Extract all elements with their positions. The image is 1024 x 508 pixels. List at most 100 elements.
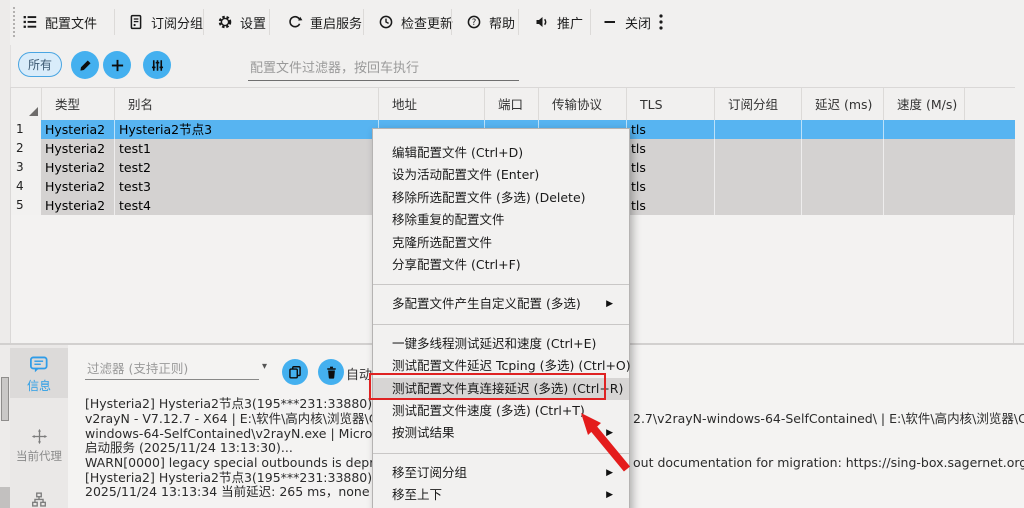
profile-filter-input[interactable] [248,56,519,81]
column-header-type[interactable]: 类型 [41,88,114,121]
minus-icon [602,14,618,30]
restart-icon [287,14,303,30]
cell-type: Hysteria2 [45,141,106,156]
chevron-down-icon[interactable]: ▾ [262,361,267,372]
cell-tls: tls [626,158,714,177]
cell-type: Hysteria2 [45,179,106,194]
sliders-icon [150,58,165,73]
profiles-button[interactable]: 配置文件 [22,8,97,36]
menu-item-move-up-down[interactable]: 移至上下 ▶ [373,484,629,506]
subscription-icon [128,14,144,30]
svg-text:?: ? [472,18,477,28]
menu-separator [373,452,629,454]
settings-button-label: 设置 [240,16,267,32]
clear-log-button[interactable] [318,359,344,385]
speaker-icon [534,14,550,30]
log-line: 启动服务 (2025/11/24 13:13:30)... [85,440,293,456]
promotion-button-label: 推广 [557,16,584,32]
menu-item-clone-selected[interactable]: 克隆所选配置文件 [373,232,629,254]
network-nodes-icon [30,492,48,508]
menu-item-test-real-delay[interactable]: 测试配置文件真连接延迟 (多选) (Ctrl+R) [373,377,629,400]
group-all-button[interactable]: 所有 [18,52,62,77]
cell-delay [801,177,883,196]
log-filter-input[interactable] [85,357,259,380]
toolbar-separator [451,9,452,35]
column-header-blank [964,88,1015,121]
check-update-button-label: 检查更新 [401,16,454,32]
cell-alias: test2 [114,158,378,177]
cell-subscription [714,139,801,158]
cell-subscription [714,177,801,196]
cell-alias: test3 [114,177,378,196]
update-clock-icon [378,14,394,30]
menu-item-move-to-group[interactable]: 移至订阅分组 ▶ [373,462,629,484]
cell-alias: Hysteria2节点3 [114,120,378,139]
column-header-subscription[interactable]: 订阅分组 [714,88,801,121]
restart-service-button[interactable]: 重启服务 [287,8,362,36]
tab-current-proxy[interactable]: 当前代理 [10,428,68,464]
tab-info[interactable]: 信息 [10,348,68,398]
subscriptions-button-label: 订阅分组 [151,16,204,32]
pencil-icon [78,58,93,73]
left-edge-bottom [0,487,10,508]
cell-delay [801,139,883,158]
select-all-corner[interactable] [11,88,41,121]
promotion-button[interactable]: 推广 [534,8,583,36]
cell-subscription [714,120,801,139]
submenu-arrow-icon: ▶ [606,299,613,310]
menu-item-set-active[interactable]: 设为活动配置文件 (Enter) [373,164,629,186]
column-header-alias[interactable]: 别名 [114,88,378,121]
log-line: [Hysteria2] Hysteria2节点3(195***231:33880… [85,396,373,411]
bottom-sidebar: 信息 当前代理 [10,345,68,508]
add-profile-button[interactable] [103,51,131,79]
row-number: 2 [11,139,41,158]
column-header-protocol[interactable]: 传输协议 [538,88,626,121]
cell-type: Hysteria2 [45,160,106,175]
toolbar-grip[interactable] [13,7,15,37]
copy-log-button[interactable] [282,359,308,385]
more-menu-button[interactable] [654,10,668,34]
row-number: 5 [11,196,41,215]
toolbar-separator [269,9,270,35]
v2rayn-window: 配置文件 订阅分组 设置 重启服务 检查更新 ? 帮助 推广 关闭 所有 配置文… [0,0,1024,508]
plus-icon [110,58,125,73]
help-button[interactable]: ? 帮助 [466,8,515,36]
menu-item-test-speed[interactable]: 测试配置文件速度 (多选) (Ctrl+T) [373,400,629,422]
settings-button[interactable]: 设置 [217,8,266,36]
message-bubble-icon [29,355,49,374]
column-header-delay[interactable]: 延迟 (ms) [801,88,883,121]
toolbar-separator [114,9,115,35]
cell-delay [801,158,883,177]
tab-connections[interactable] [10,492,68,508]
left-scrollbar-thumb[interactable] [1,377,9,421]
menu-item-test-tcping[interactable]: 测试配置文件延迟 Tcping (多选) (Ctrl+O) [373,355,631,377]
column-header-tls[interactable]: TLS [626,88,714,121]
kebab-icon [654,12,668,32]
menu-item-sort-by-test-result[interactable]: 按测试结果 ▶ [373,422,629,444]
adjust-columns-button[interactable] [143,51,171,79]
submenu-arrow-icon: ▶ [606,490,613,501]
menu-separator [373,323,629,325]
cell-type: Hysteria2 [45,122,106,137]
edit-profile-button[interactable] [71,51,99,79]
column-header-speed[interactable]: 速度 (M/s) [883,88,964,121]
menu-item-generate-custom-config[interactable]: 多配置文件产生自定义配置 (多选) ▶ [373,293,629,315]
menu-item-share-profile[interactable]: 分享配置文件 (Ctrl+F) [373,254,629,276]
menu-item-edit-profile[interactable]: 编辑配置文件 (Ctrl+D) [373,142,629,164]
menu-item-remove-selected[interactable]: 移除所选配置文件 (多选) (Delete) [373,187,629,209]
column-header-address[interactable]: 地址 [378,88,484,121]
cell-type: Hysteria2 [45,198,106,213]
close-button[interactable]: 关闭 [602,8,651,36]
tab-current-proxy-label: 当前代理 [16,449,62,463]
column-header-port[interactable]: 端口 [484,88,538,121]
help-icon: ? [466,14,482,30]
cell-subscription [714,158,801,177]
row-number: 3 [11,158,41,177]
check-update-button[interactable]: 检查更新 [378,8,453,36]
profiles-button-label: 配置文件 [45,16,98,32]
submenu-arrow-icon: ▶ [606,428,613,439]
subscriptions-button[interactable]: 订阅分组 [128,8,203,36]
cell-alias: test1 [114,139,378,158]
menu-item-test-all[interactable]: 一键多线程测试延迟和速度 (Ctrl+E) [373,333,629,355]
menu-item-remove-duplicates[interactable]: 移除重复的配置文件 [373,209,629,231]
